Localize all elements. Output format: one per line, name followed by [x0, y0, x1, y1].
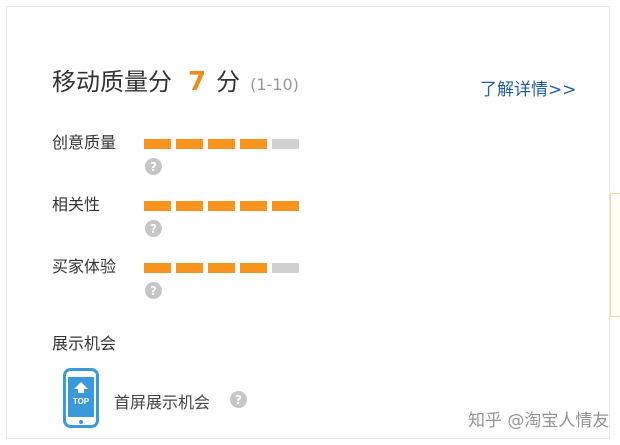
phone-icon-text: TOP [73, 397, 90, 406]
level-bar-filled [176, 201, 203, 211]
help-icon[interactable]: ? [145, 158, 162, 175]
level-bar-filled [240, 139, 267, 149]
help-icon[interactable]: ? [145, 282, 162, 299]
level-bar-filled [208, 263, 235, 273]
score-unit: 分 [216, 68, 241, 96]
score-title: 移动质量分 [52, 68, 172, 96]
metric-buyer-experience: 买家体验 ? [52, 253, 299, 299]
level-bars [144, 263, 299, 273]
level-bar-filled [176, 139, 203, 149]
level-bar-filled [144, 201, 171, 211]
level-bar-filled [208, 201, 235, 211]
level-bar-filled [240, 201, 267, 211]
level-bar-filled [144, 139, 171, 149]
level-bar-filled [208, 139, 235, 149]
phone-top-icon: TOP [63, 368, 99, 428]
first-screen-opportunity-label: 首屏展示机会 [114, 393, 211, 412]
level-bar-filled [176, 263, 203, 273]
level-bar-empty [272, 139, 299, 149]
watermark: 知乎 @淘宝人情友 [468, 411, 610, 431]
adjacent-panel-edge [610, 193, 620, 317]
help-icon[interactable]: ? [145, 220, 162, 237]
metric-label: 创意质量 [52, 133, 117, 152]
help-icon[interactable]: ? [230, 391, 247, 408]
learn-more-link[interactable]: 了解详情>> [480, 75, 577, 100]
score-header: 移动质量分 7 分 (1-10) [52, 62, 299, 97]
level-bars [144, 201, 299, 211]
level-bar-filled [272, 201, 299, 211]
metric-label: 买家体验 [52, 257, 117, 276]
level-bars [144, 139, 299, 149]
metric-label: 相关性 [52, 195, 101, 214]
level-bar-filled [144, 263, 171, 273]
metric-relevance: 相关性 ? [52, 191, 299, 237]
score-range: (1-10) [250, 75, 299, 94]
metric-creative-quality: 创意质量 ? [52, 129, 299, 175]
level-bar-empty [272, 263, 299, 273]
score-value: 7 [188, 67, 207, 97]
display-opportunity-heading: 展示机会 [52, 334, 117, 353]
level-bar-filled [240, 263, 267, 273]
